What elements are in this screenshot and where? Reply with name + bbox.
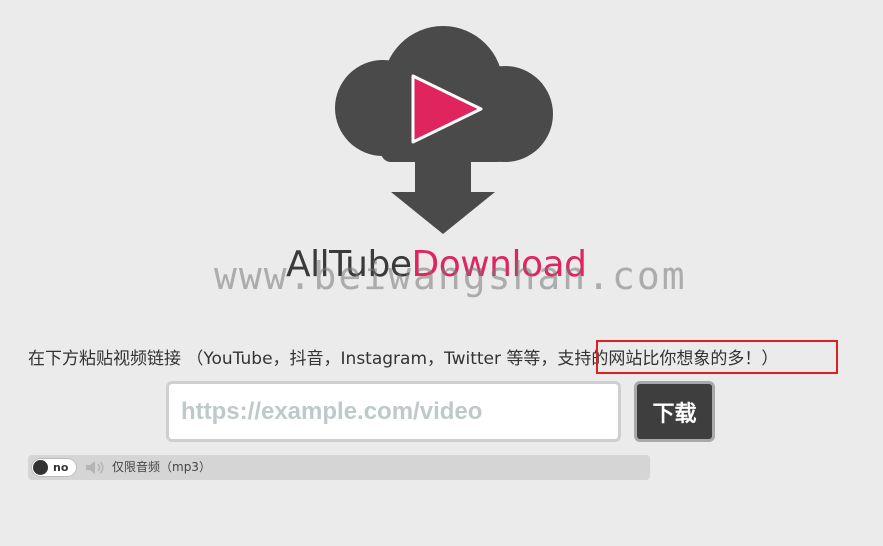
highlight-annotation-box	[596, 340, 838, 374]
download-button[interactable]: 下载	[634, 381, 715, 442]
watermark: www.beiwangshan.com	[214, 254, 687, 298]
audio-only-label: 仅限音频（mp3）	[112, 460, 211, 474]
toggle-label: no	[53, 461, 69, 474]
toggle-knob	[33, 460, 48, 475]
audio-only-toggle[interactable]: no	[31, 458, 77, 477]
url-input[interactable]	[166, 381, 621, 442]
intro-main: 在下方粘贴视频链接 （YouTube，抖音，Instagram，Twitter …	[28, 349, 558, 369]
audio-only-bar: no 仅限音频（mp3）	[28, 455, 650, 480]
logo-icon	[333, 18, 555, 236]
speaker-icon	[84, 459, 106, 476]
